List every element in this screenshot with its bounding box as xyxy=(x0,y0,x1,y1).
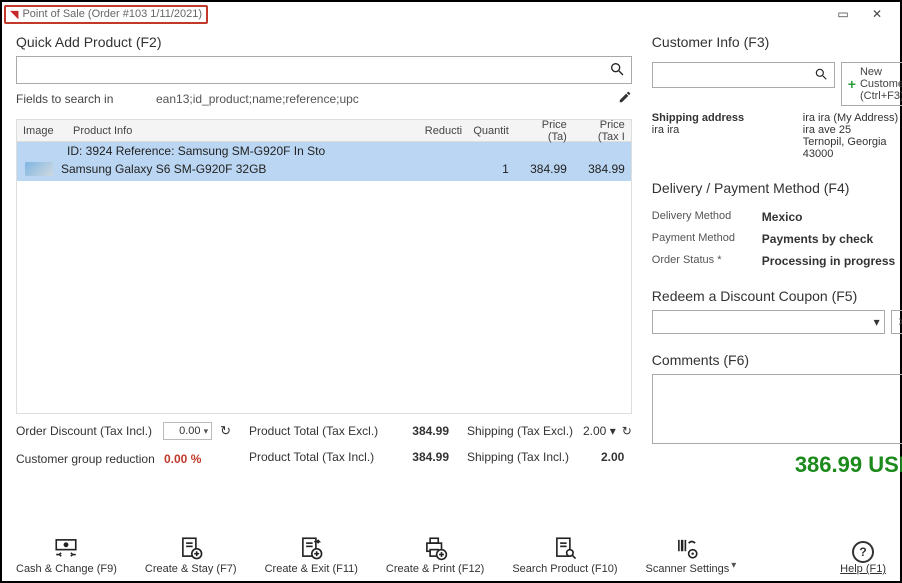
group-reduction-value: 0.00 % xyxy=(164,452,201,466)
refresh-icon[interactable]: ↻ xyxy=(220,423,231,439)
document-exit-icon xyxy=(297,535,325,561)
scanner-settings-button[interactable]: Scanner Settings xyxy=(646,535,730,575)
product-table: Image Product Info Reducti Quantit Price… xyxy=(16,119,632,414)
cash-icon xyxy=(52,535,80,561)
scanner-settings-label: Scanner Settings xyxy=(646,563,730,575)
th-price-tax-incl[interactable]: Price (Tax I xyxy=(573,119,631,143)
customer-search[interactable] xyxy=(652,62,835,88)
chevron-down-icon[interactable]: ▾ xyxy=(610,424,616,438)
cash-change-label: Cash & Change (F9) xyxy=(16,563,117,575)
plus-icon: + xyxy=(848,76,856,92)
product-total-excl-label: Product Total (Tax Excl.) xyxy=(249,424,378,438)
th-image[interactable]: Image xyxy=(17,125,67,137)
row-ref-line: ID: 3924 Reference: Samsung SM-G920F In … xyxy=(23,144,325,158)
grand-total: 386.99 USD xyxy=(652,452,902,478)
create-exit-label: Create & Exit (F11) xyxy=(265,563,358,575)
customer-info-title: Customer Info (F3) xyxy=(652,34,769,50)
comments-box[interactable] xyxy=(652,374,902,444)
titlebar: ◥ Point of Sale (Order #103 1/11/2021) ▭… xyxy=(2,2,900,26)
create-stay-label: Create & Stay (F7) xyxy=(145,563,237,575)
new-customer-label: New Customer (Ctrl+F3) xyxy=(860,66,902,102)
order-discount-value: 0.00 xyxy=(179,425,200,437)
product-total-incl-label: Product Total (Tax Incl.) xyxy=(249,450,374,464)
create-print-label: Create & Print (F12) xyxy=(386,563,484,575)
quick-add-title: Quick Add Product (F2) xyxy=(16,34,632,50)
shipping-excl-label: Shipping (Tax Excl.) xyxy=(467,424,577,438)
th-info[interactable]: Product Info xyxy=(67,125,419,137)
table-header: Image Product Info Reducti Quantit Price… xyxy=(17,120,631,142)
delpay-title: Delivery / Payment Method (F4) xyxy=(652,180,850,196)
comments-title: Comments (F6) xyxy=(652,352,902,368)
fields-label: Fields to search in xyxy=(16,92,136,106)
create-exit-button[interactable]: Create & Exit (F11) xyxy=(265,535,358,575)
th-reducti[interactable]: Reducti xyxy=(419,125,467,137)
window-title: Point of Sale (Order #103 1/11/2021) xyxy=(22,8,202,20)
customer-search-input[interactable] xyxy=(659,68,814,82)
quick-add-input[interactable] xyxy=(23,63,609,77)
chevron-down-icon[interactable]: ▾ xyxy=(731,560,736,575)
order-discount-input[interactable]: 0.00 ▾ xyxy=(163,422,213,440)
help-button[interactable]: ? Help (F1) xyxy=(840,541,886,575)
search-icon[interactable] xyxy=(814,67,828,84)
order-status-value: Processing in progress xyxy=(762,254,895,268)
row-reducti xyxy=(413,162,461,179)
create-stay-button[interactable]: Create & Stay (F7) xyxy=(145,535,237,575)
product-total-incl-value: 384.99 xyxy=(412,450,449,464)
payment-method-label: Payment Method xyxy=(652,232,762,246)
table-row[interactable]: ID: 3924 Reference: Samsung SM-G920F In … xyxy=(17,142,631,181)
order-status-label: Order Status * xyxy=(652,254,762,268)
help-label: Help (F1) xyxy=(840,563,886,575)
delivery-method-value: Mexico xyxy=(762,210,803,224)
pencil-icon[interactable] xyxy=(618,90,632,107)
search-product-button[interactable]: Search Product (F10) xyxy=(512,535,617,575)
quick-add-search[interactable] xyxy=(16,56,632,84)
coupon-clear-button[interactable]: ✕ xyxy=(891,310,902,334)
help-icon: ? xyxy=(852,541,874,563)
printer-add-icon xyxy=(421,535,449,561)
create-print-button[interactable]: Create & Print (F12) xyxy=(386,535,484,575)
refresh-icon[interactable]: ↻ xyxy=(622,424,632,438)
document-add-icon xyxy=(177,535,205,561)
product-thumb xyxy=(23,162,61,179)
shipping-incl-label: Shipping (Tax Incl.) xyxy=(467,450,577,464)
address-city: Ternopil, Georgia 43000 xyxy=(803,136,902,160)
close-button[interactable]: ✕ xyxy=(860,3,894,25)
group-reduction-label: Customer group reduction xyxy=(16,452,156,466)
row-price-excl: 384.99 xyxy=(509,162,567,179)
chevron-down-icon[interactable]: ▾ xyxy=(204,426,209,437)
payment-method-value: Payments by check xyxy=(762,232,873,246)
coupon-input[interactable]: ▾ xyxy=(652,310,885,334)
search-icon[interactable] xyxy=(609,61,625,80)
product-name: Samsung Galaxy S6 SM-G920F 32GB xyxy=(61,162,413,179)
row-qty: 1 xyxy=(461,162,509,179)
chevron-down-icon[interactable]: ▾ xyxy=(874,315,880,329)
titlebar-highlight: ◥ Point of Sale (Order #103 1/11/2021) xyxy=(4,5,208,24)
bottom-toolbar: Cash & Change (F9) Create & Stay (F7) Cr… xyxy=(16,535,886,575)
phone-icon xyxy=(25,162,53,176)
shipping-excl-input[interactable]: 2.00 ▾ xyxy=(583,424,616,438)
barcode-gear-icon xyxy=(673,535,701,561)
new-customer-button[interactable]: +New Customer (Ctrl+F3) xyxy=(841,62,902,106)
order-discount-label: Order Discount (Tax Incl.) xyxy=(16,424,155,438)
shipping-address-label: Shipping address xyxy=(652,112,795,124)
row-price-incl: 384.99 xyxy=(567,162,625,179)
product-total-excl-value: 384.99 xyxy=(412,424,449,438)
cash-change-button[interactable]: Cash & Change (F9) xyxy=(16,535,117,575)
search-product-label: Search Product (F10) xyxy=(512,563,617,575)
th-price-tax[interactable]: Price (Ta) xyxy=(515,119,573,143)
document-search-icon xyxy=(551,535,579,561)
shipping-incl-value: 2.00 xyxy=(601,450,624,464)
customer-short: ira ira xyxy=(652,124,795,136)
delivery-method-label: Delivery Method xyxy=(652,210,762,224)
address-name: ira ira (My Address) xyxy=(803,112,902,124)
app-icon: ◥ xyxy=(10,8,18,21)
maximize-button[interactable]: ▭ xyxy=(826,3,860,25)
shipping-excl-value: 2.00 xyxy=(583,424,606,438)
address-street: ira ave 25 xyxy=(803,124,902,136)
coupon-title: Redeem a Discount Coupon (F5) xyxy=(652,288,902,304)
fields-value: ean13;id_product;name;reference;upc xyxy=(156,92,598,106)
th-qty[interactable]: Quantit xyxy=(467,125,515,137)
